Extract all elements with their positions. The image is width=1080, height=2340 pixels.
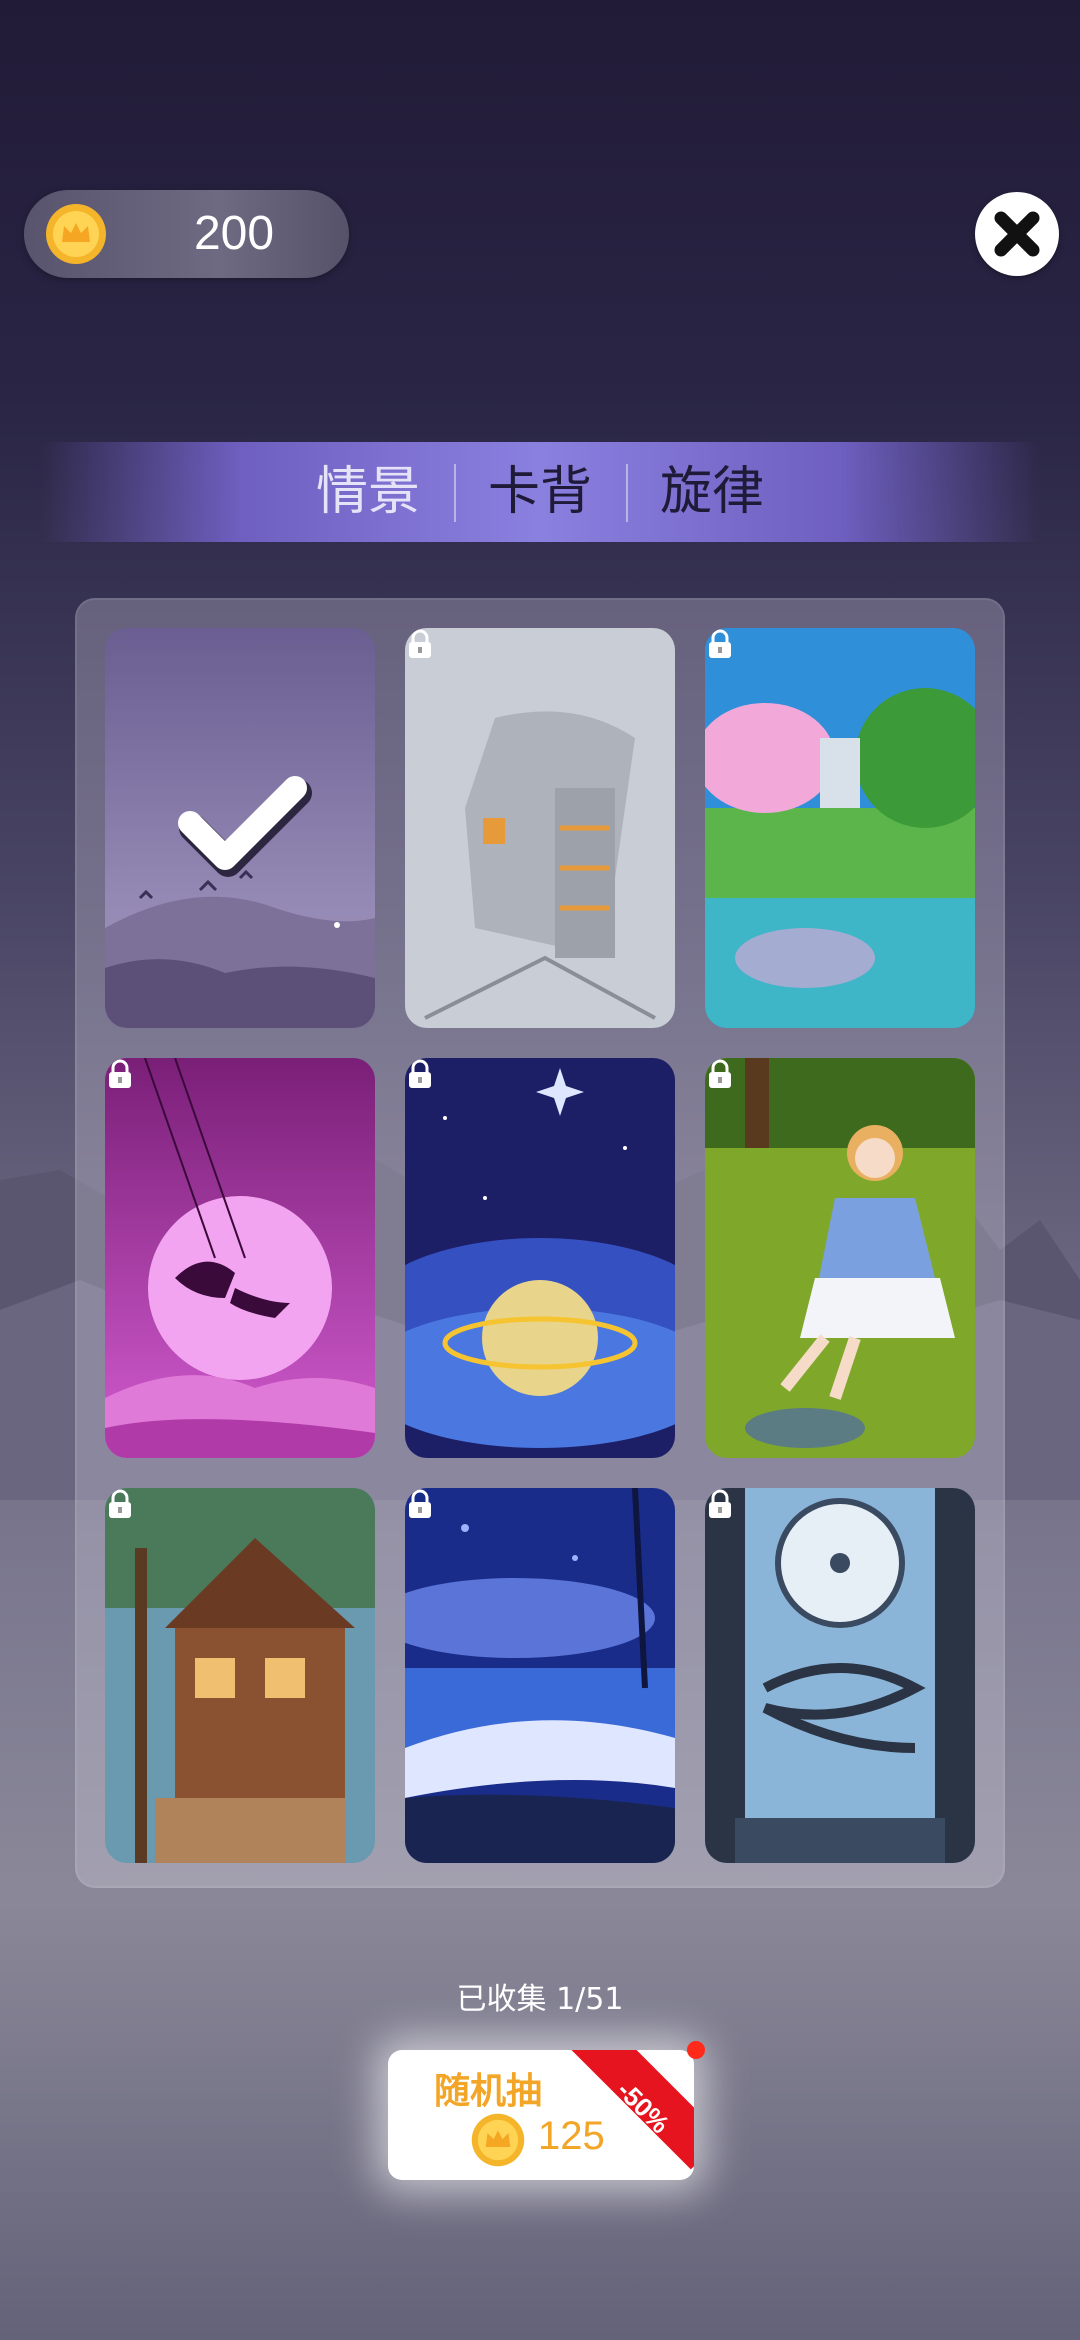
- draw-price: 125: [538, 2114, 605, 2158]
- scene-card-girl-meadow[interactable]: [705, 1058, 975, 1458]
- selected-check-icon: [178, 776, 312, 877]
- coin-balance-pill: 200: [24, 190, 349, 278]
- scene-card-purple-hills[interactable]: [105, 628, 375, 1028]
- lock-icon: [409, 1489, 431, 1518]
- lock-icon: [109, 1059, 131, 1088]
- tab-card-back[interactable]: 卡背: [465, 442, 615, 542]
- collected-count: 已收集 1/51: [456, 1982, 624, 2017]
- lock-icon: [709, 1059, 731, 1088]
- draw-button-label: 随机抽: [433, 2071, 542, 2112]
- tab-melody[interactable]: 旋律: [637, 442, 787, 542]
- scene-thumbnail: [705, 1488, 975, 1863]
- scene-card-planet-space[interactable]: [405, 1058, 675, 1458]
- close-icon: [994, 211, 1040, 257]
- scene-card-treehouse[interactable]: [105, 1488, 375, 1863]
- coin-balance: 200: [193, 207, 275, 260]
- lock-icon: [409, 629, 431, 658]
- scene-thumbnail: [705, 1058, 975, 1458]
- scene-thumbnail: [405, 628, 675, 1028]
- lock-icon: [409, 1059, 431, 1088]
- scene-grid-panel: [75, 598, 1005, 1888]
- scene-card-night-beach[interactable]: [405, 1488, 675, 1863]
- notification-dot: [687, 2041, 705, 2059]
- scene-card-spiral-staircase[interactable]: [705, 1488, 975, 1863]
- scene-thumbnail: [405, 1058, 675, 1458]
- close-button[interactable]: [975, 192, 1059, 276]
- category-tabs: 情景 卡背 旋律: [40, 442, 1040, 542]
- crown-coin-icon: [471, 2113, 525, 2167]
- lock-icon: [709, 629, 731, 658]
- crown-coin-icon: [46, 204, 106, 264]
- scene-thumbnail: [705, 628, 975, 1028]
- scene-thumbnail: [405, 1488, 675, 1863]
- lock-icon: [709, 1489, 731, 1518]
- scene-card-sketch-house[interactable]: [405, 628, 675, 1028]
- lock-icon: [109, 1489, 131, 1518]
- scene-card-moon-swing[interactable]: [105, 1058, 375, 1458]
- tab-divider: [454, 464, 456, 522]
- tab-scene[interactable]: 情景: [293, 442, 443, 542]
- tab-divider: [626, 464, 628, 522]
- scene-thumbnail: [105, 1488, 375, 1863]
- scene-thumbnail: [105, 1058, 375, 1458]
- scene-card-cherry-garden[interactable]: [705, 628, 975, 1028]
- random-draw-button[interactable]: 随机抽 125 -50%: [388, 2050, 694, 2180]
